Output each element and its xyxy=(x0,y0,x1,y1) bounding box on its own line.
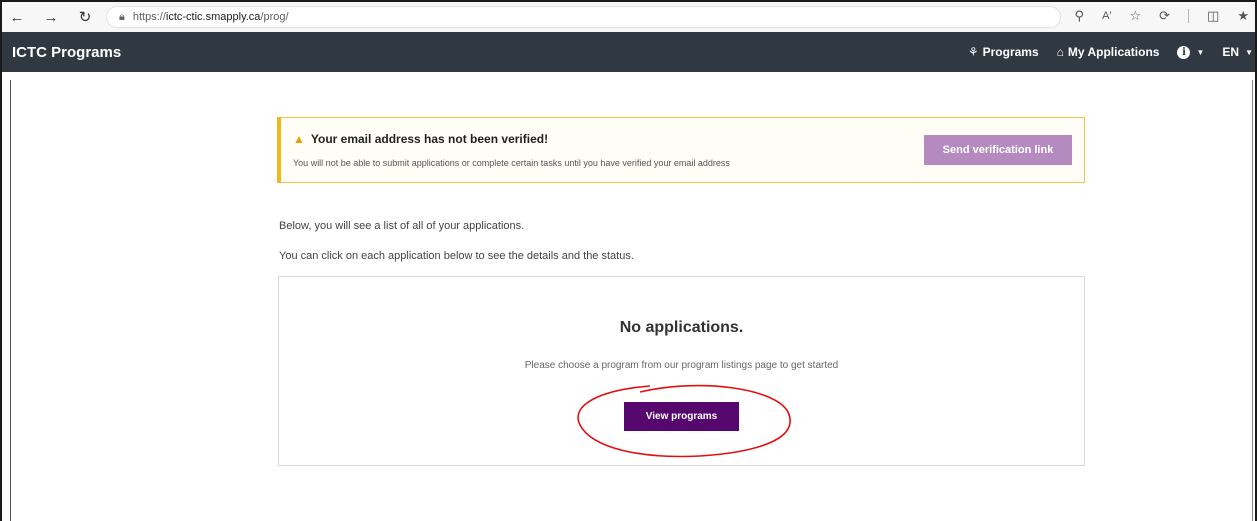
language-menu[interactable]: EN ▼ xyxy=(1222,45,1253,59)
award-icon: ⚘ xyxy=(967,45,979,59)
header-nav: ⚘ Programs ⌂ My Applications i ▼ EN ▼ xyxy=(968,32,1255,72)
favorites-icon[interactable]: ★ xyxy=(1237,8,1249,24)
app-header: ICTC Programs ⚘ Programs ⌂ My Applicatio… xyxy=(0,32,1257,72)
url-text: https://ictc-ctic.smapply.ca/prog/ xyxy=(132,11,289,23)
language-label: EN xyxy=(1222,45,1240,59)
info-icon: i xyxy=(1177,45,1191,59)
read-aloud-icon[interactable]: A′ xyxy=(1102,10,1111,22)
refresh-icon[interactable]: ↻ xyxy=(72,4,98,30)
browser-toolbar: ← → ↻ 🔒︎ https://ictc-ctic.smapply.ca/pr… xyxy=(0,0,1257,32)
applications-card: No applications. Please choose a program… xyxy=(278,276,1085,466)
email-verification-alert: ▲ Your email address has not been verifi… xyxy=(277,117,1085,183)
address-bar[interactable]: 🔒︎ https://ictc-ctic.smapply.ca/prog/ xyxy=(106,6,1061,28)
caret-down-icon: ▼ xyxy=(1245,47,1253,57)
nav-programs[interactable]: ⚘ Programs xyxy=(968,45,1039,59)
favorite-star-icon[interactable]: ☆ xyxy=(1129,8,1141,24)
intro-line-1: Below, you will see a list of all of you… xyxy=(279,220,525,232)
key-icon[interactable]: ⚲ xyxy=(1075,8,1085,24)
view-programs-button[interactable]: View programs xyxy=(624,402,739,431)
intro-line-2: You can click on each application below … xyxy=(279,250,634,262)
nav-my-applications[interactable]: ⌂ My Applications xyxy=(1057,45,1160,59)
lock-icon: 🔒︎ xyxy=(119,10,125,23)
alert-body: You will not be able to submit applicati… xyxy=(293,158,730,168)
empty-state-title: No applications. xyxy=(619,319,744,336)
caret-down-icon: ▼ xyxy=(1196,47,1205,57)
alert-title-text: Your email address has not been verified… xyxy=(310,132,549,146)
back-arrow-icon[interactable]: ← xyxy=(4,4,30,30)
help-menu[interactable]: i ▼ xyxy=(1177,45,1205,59)
browser-actions: ⚲ A′ ☆ ⟳ ◫ ★ xyxy=(1075,8,1249,24)
split-screen-icon[interactable]: ◫ xyxy=(1207,8,1219,24)
brand-title[interactable]: ICTC Programs xyxy=(12,44,121,61)
separator xyxy=(1188,9,1190,23)
extensions-icon[interactable]: ⟳ xyxy=(1159,8,1170,24)
nav-my-applications-label: My Applications xyxy=(1067,45,1160,59)
nav-programs-label: Programs xyxy=(982,45,1039,59)
warning-icon: ▲ xyxy=(293,132,305,146)
forward-arrow-icon[interactable]: → xyxy=(38,4,64,30)
alert-title: ▲ Your email address has not been verifi… xyxy=(293,132,548,146)
home-icon: ⌂ xyxy=(1056,45,1064,59)
send-verification-link-button[interactable]: Send verification link xyxy=(924,135,1072,165)
empty-state-subtitle: Please choose a program from our program… xyxy=(524,360,839,371)
